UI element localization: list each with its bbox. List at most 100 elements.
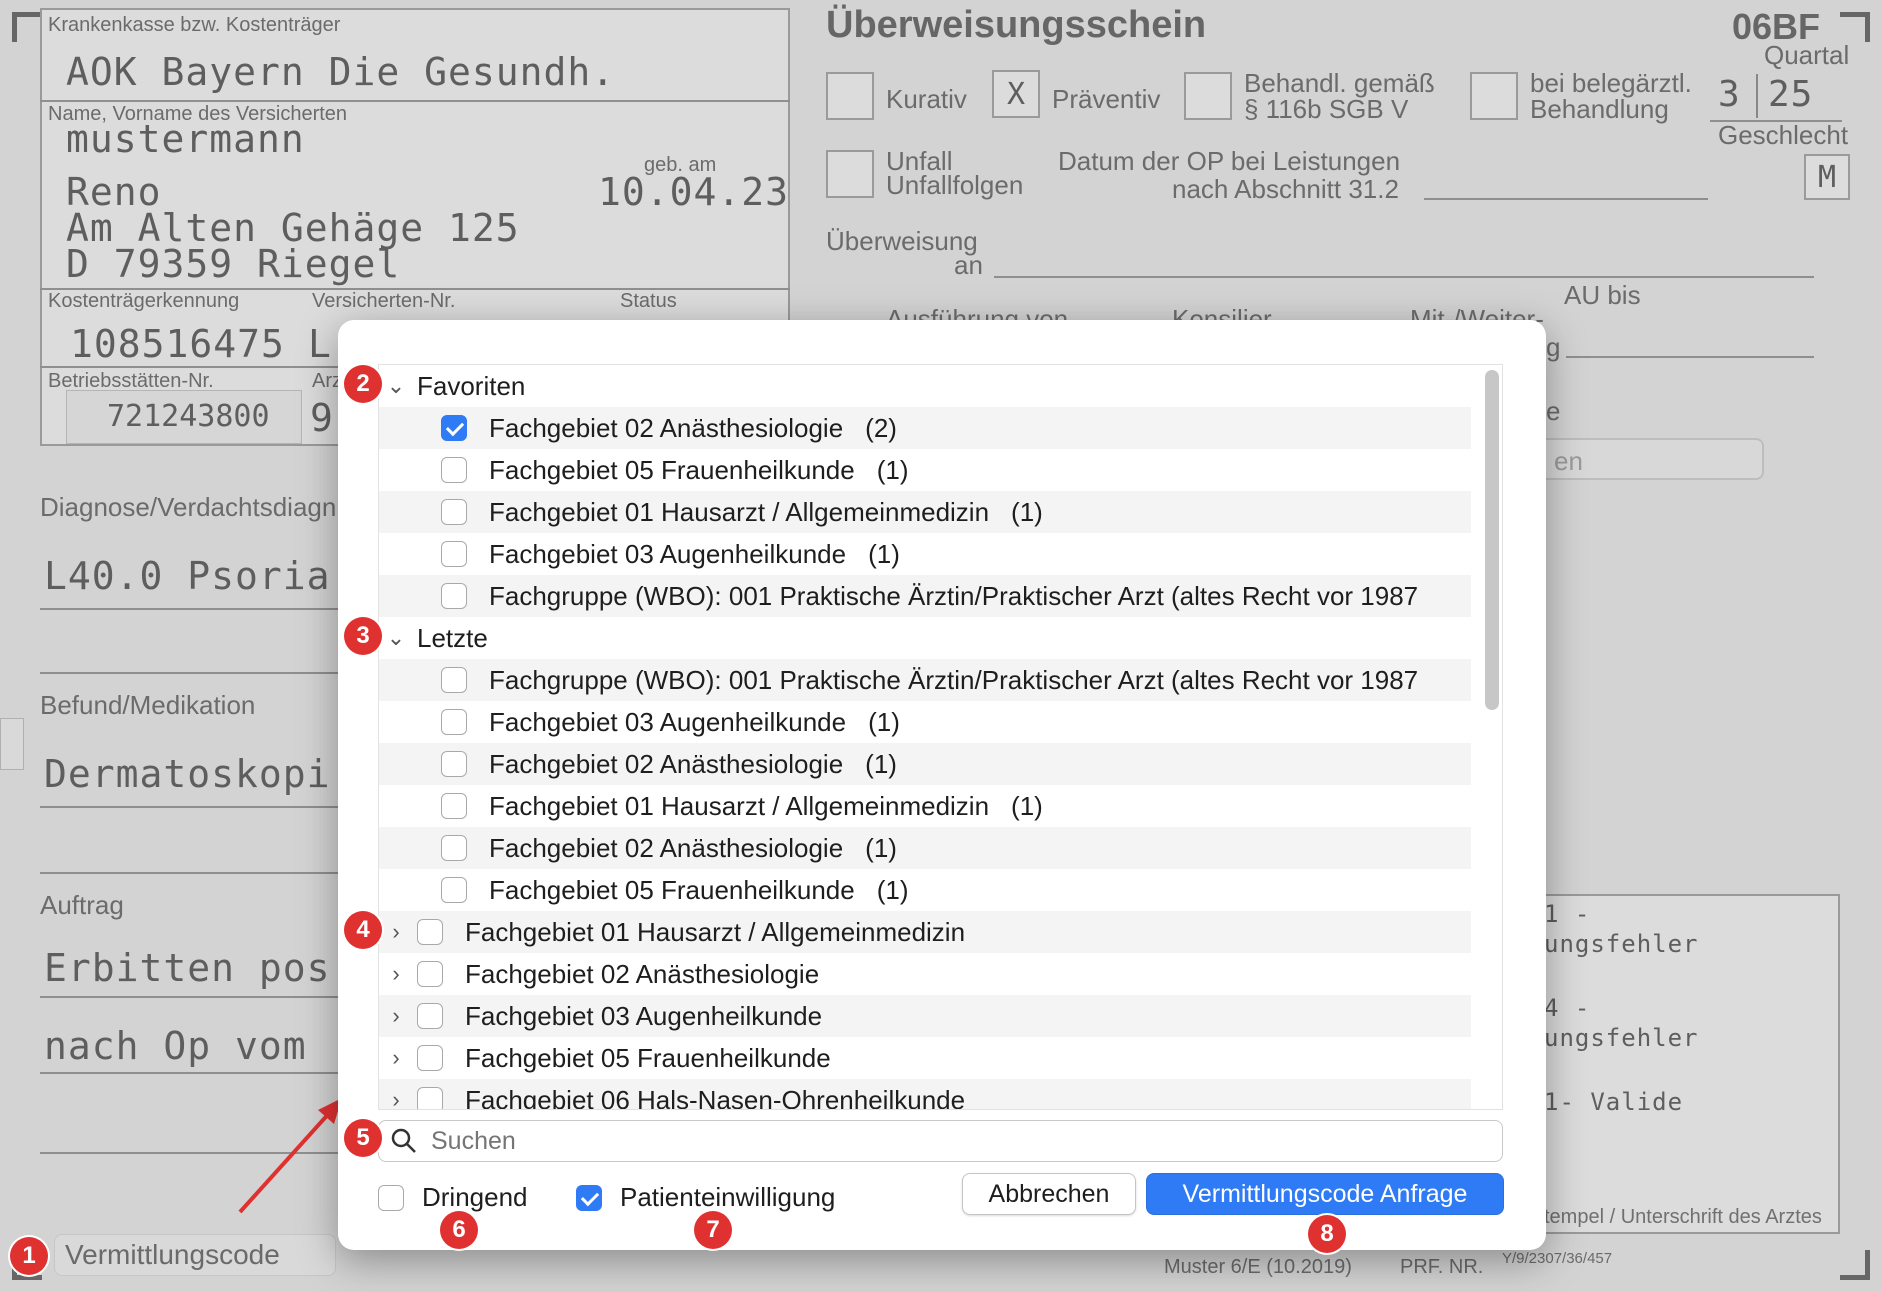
item-count: (1) — [865, 748, 897, 779]
item-checkbox[interactable] — [441, 499, 467, 525]
category-label: Fachgebiet 01 Hausarzt / Allgemeinmedizi… — [465, 916, 966, 947]
unfall-label-2: Unfallfolgen — [886, 170, 1024, 200]
list-item[interactable]: Fachgebiet 02 Anästhesiologie (1) — [379, 827, 1471, 869]
geschlecht-box[interactable]: M — [1804, 154, 1850, 200]
vermittlungscode-button[interactable]: Vermittlungscode — [54, 1234, 336, 1276]
item-label: Fachgebiet 01 Hausarzt / Allgemeinmedizi… — [489, 496, 990, 527]
form-corner-mark — [12, 12, 42, 42]
item-checkbox[interactable] — [441, 457, 467, 483]
group-header-favoriten[interactable]: ⌄ Favoriten — [379, 365, 1471, 407]
chevron-right-icon[interactable]: › — [385, 1045, 407, 1071]
category-checkbox[interactable] — [417, 1087, 443, 1109]
dringend-option[interactable]: Dringend — [378, 1182, 528, 1213]
annotation-badge: 1 — [10, 1237, 48, 1275]
item-checkbox[interactable] — [441, 793, 467, 819]
item-label: Fachgebiet 02 Anästhesiologie — [489, 412, 844, 443]
search-field[interactable] — [378, 1120, 1503, 1162]
item-checkbox[interactable] — [441, 583, 467, 609]
annotation-badge: 7 — [694, 1211, 732, 1249]
right-text-1: 1 - — [1544, 900, 1591, 928]
category-checkbox[interactable] — [417, 961, 443, 987]
item-checkbox[interactable] — [441, 541, 467, 567]
chevron-down-icon[interactable]: ⌄ — [385, 373, 407, 399]
ueberweisung-line — [994, 276, 1814, 278]
befund-value: Dermatoskopi — [44, 752, 331, 796]
patienteinwilligung-label: Patienteinwilligung — [620, 1182, 836, 1212]
quartal-a: 3 — [1718, 74, 1741, 115]
group-label: Favoriten — [417, 370, 526, 401]
praeventiv-checkbox[interactable]: X — [992, 70, 1040, 118]
list-scrollbar[interactable] — [1485, 370, 1499, 710]
quartal-label: Quartal — [1764, 40, 1850, 70]
category-row[interactable]: › Fachgebiet 01 Hausarzt / Allgemeinmedi… — [379, 911, 1471, 953]
category-checkbox[interactable] — [417, 1045, 443, 1071]
search-input[interactable] — [431, 1126, 1431, 1156]
geb-value: 10.04.23 — [598, 170, 790, 214]
divider — [40, 996, 340, 998]
form-corner-mark — [1840, 12, 1870, 42]
category-checkbox[interactable] — [417, 1003, 443, 1029]
divider — [40, 872, 340, 874]
annotation-badge: 5 — [344, 1119, 382, 1157]
item-checkbox[interactable] — [441, 751, 467, 777]
op-label-2: nach Abschnitt 31.2 — [1172, 174, 1399, 204]
vn-value: L — [308, 322, 332, 366]
stempel-label: tempel / Unterschrift des Arztes — [1544, 1206, 1822, 1228]
chevron-right-icon[interactable]: › — [385, 961, 407, 987]
list-item[interactable]: Fachgruppe (WBO): 001 Praktische Ärztin/… — [379, 659, 1471, 701]
right-text-3: 4 - — [1544, 994, 1591, 1022]
list-item[interactable]: Fachgruppe (WBO): 001 Praktische Ärztin/… — [379, 575, 1471, 617]
divider — [40, 608, 340, 610]
category-row[interactable]: › Fachgebiet 03 Augenheilkunde — [379, 995, 1471, 1037]
divider — [40, 100, 790, 102]
item-count: (1) — [876, 454, 909, 485]
annotation-badge: 3 — [344, 617, 382, 655]
kurativ-checkbox[interactable] — [826, 72, 874, 120]
side-tab[interactable] — [0, 718, 24, 770]
list-item[interactable]: Fachgebiet 03 Augenheilkunde (1) — [379, 533, 1471, 575]
chevron-right-icon[interactable]: › — [385, 919, 407, 945]
item-checkbox[interactable] — [441, 415, 467, 441]
vermittlungscode-anfrage-button[interactable]: Vermittlungscode Anfrage — [1146, 1173, 1504, 1215]
group-header-letzte[interactable]: ⌄ Letzte — [379, 617, 1471, 659]
city-value: D 79359 Riegel — [66, 242, 401, 286]
patienteinwilligung-checkbox[interactable] — [576, 1184, 602, 1211]
vn-label: Versicherten-Nr. — [312, 290, 456, 312]
cancel-button[interactable]: Abbrechen — [962, 1173, 1136, 1215]
patienteinwilligung-option[interactable]: Patienteinwilligung — [576, 1182, 835, 1213]
unfall-checkbox[interactable] — [826, 150, 874, 198]
pointer-arrow — [238, 1098, 342, 1214]
item-checkbox[interactable] — [441, 877, 467, 903]
item-checkbox[interactable] — [441, 835, 467, 861]
list-item[interactable]: Fachgebiet 02 Anästhesiologie (2) — [379, 407, 1471, 449]
chevron-right-icon[interactable]: › — [385, 1087, 407, 1109]
kurativ-label: Kurativ — [886, 84, 967, 114]
list-item[interactable]: Fachgebiet 02 Anästhesiologie (1) — [379, 743, 1471, 785]
beleg-checkbox[interactable] — [1470, 72, 1518, 120]
beleg-label-2: Behandlung — [1530, 94, 1669, 124]
list-item[interactable]: Fachgebiet 01 Hausarzt / Allgemeinmedizi… — [379, 785, 1471, 827]
dringend-checkbox[interactable] — [378, 1184, 404, 1211]
geschlecht-label: Geschlecht — [1718, 120, 1849, 150]
category-checkbox[interactable] — [417, 919, 443, 945]
chevron-down-icon[interactable]: ⌄ — [385, 625, 407, 651]
kk-label: Krankenkasse bzw. Kostenträger — [48, 14, 341, 36]
category-label: Fachgebiet 05 Frauenheilkunde — [465, 1042, 831, 1073]
list-item[interactable]: Fachgebiet 03 Augenheilkunde (1) — [379, 701, 1471, 743]
bs-field[interactable]: 721243800 — [66, 390, 302, 444]
list-item[interactable]: Fachgebiet 01 Hausarzt / Allgemeinmedizi… — [379, 491, 1471, 533]
category-row[interactable]: › Fachgebiet 02 Anästhesiologie — [379, 953, 1471, 995]
behandl-checkbox[interactable] — [1184, 72, 1232, 120]
category-row[interactable]: › Fachgebiet 06 Hals-Nasen-Ohrenheilkund… — [379, 1079, 1471, 1109]
item-checkbox[interactable] — [441, 667, 467, 693]
item-label: Fachgruppe (WBO): 001 Praktische Ärztin/… — [489, 580, 1419, 611]
category-row[interactable]: › Fachgebiet 05 Frauenheilkunde — [379, 1037, 1471, 1079]
chevron-right-icon[interactable]: › — [385, 1003, 407, 1029]
list-item[interactable]: Fachgebiet 05 Frauenheilkunde (1) — [379, 449, 1471, 491]
item-checkbox[interactable] — [441, 709, 467, 735]
au-label: AU bis — [1564, 280, 1641, 310]
fachgebiet-list[interactable]: ⌄ Favoriten Fachgebiet 02 Anästhesiologi… — [378, 364, 1503, 1110]
auftrag-value-1: Erbitten pos — [44, 946, 331, 990]
category-label: Fachgebiet 03 Augenheilkunde — [465, 1000, 823, 1031]
list-item[interactable]: Fachgebiet 05 Frauenheilkunde (1) — [379, 869, 1471, 911]
